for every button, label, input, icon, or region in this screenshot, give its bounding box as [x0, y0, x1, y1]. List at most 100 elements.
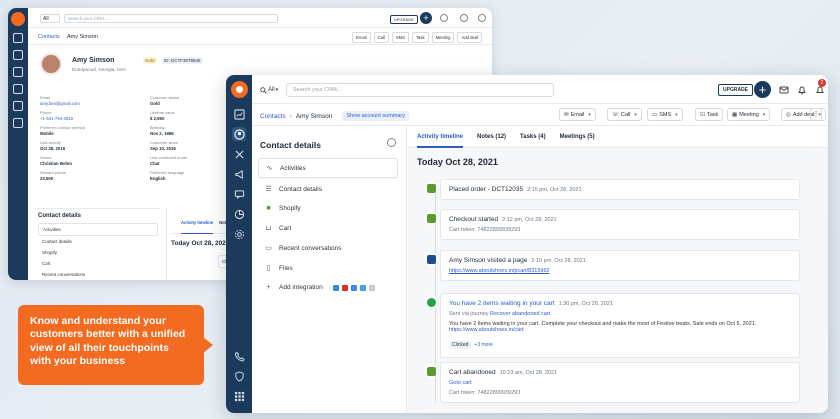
tab-tasks[interactable]: Tasks (4): [520, 126, 546, 148]
nav-add-integration[interactable]: + Add integration: [258, 279, 398, 296]
tab-meetings[interactable]: Meetings (5): [560, 126, 595, 148]
timeline-date: Today Oct 28, 2021: [417, 157, 498, 167]
tab-notes[interactable]: Notes (12): [477, 126, 506, 148]
profile-fields: Email amy.bim@gmail.com Customer status Go…: [40, 95, 236, 181]
nav-recent-conversations[interactable]: ▭ Recent conversations: [258, 239, 398, 257]
task-icon: ☑: [700, 111, 705, 118]
back-crumb-name: Amy Simson: [66, 34, 98, 40]
nav-shopify[interactable]: ■ Shopify: [258, 200, 398, 217]
back-bell-icon: [460, 14, 468, 22]
nav-contact-details[interactable]: ☰ Contact details: [258, 180, 398, 198]
email-icon: ✉: [564, 111, 569, 118]
field: Phone +1-541-754-3010: [40, 110, 74, 121]
search-scope-select[interactable]: All ▾: [260, 83, 282, 97]
integration-icon: [368, 284, 375, 291]
contacts-icon[interactable]: [232, 127, 246, 141]
web-page-icon: [424, 252, 438, 266]
show-account-summary-button[interactable]: Show account summary: [342, 111, 410, 121]
dashboard-icon[interactable]: [232, 107, 246, 121]
top-bar: All ▾ Search your CRM... UPGRADE + 2: [252, 75, 828, 104]
call-button[interactable]: ☏ Call ▾: [607, 108, 642, 121]
nav-icon: [13, 84, 23, 94]
segments-icon[interactable]: [232, 207, 246, 221]
brand-logo-icon[interactable]: [230, 81, 248, 98]
email-button[interactable]: ✉ Email ▾: [559, 108, 596, 121]
settings-icon[interactable]: [232, 227, 246, 241]
back-task-button: Task: [411, 32, 429, 43]
contact-header-bar: Contacts › Amy Simson Show account summa…: [252, 104, 828, 126]
contact-card-icon: ☰: [265, 186, 272, 193]
back-cd-item: Cart: [42, 261, 51, 266]
profile-avatar: [40, 53, 62, 75]
shopify-icon: [424, 211, 438, 225]
chevron-down-icon: ▾: [675, 111, 678, 118]
clicked-tag: Clicked: [449, 341, 472, 349]
shield-icon[interactable]: [232, 369, 246, 383]
shopify-icon: [424, 364, 438, 378]
back-cd-item: Shopify: [42, 250, 58, 255]
brand-logo-icon: [11, 12, 25, 26]
gear-icon[interactable]: [387, 138, 396, 147]
task-button[interactable]: ☑ Task: [695, 108, 724, 121]
integration-icon: [332, 284, 339, 291]
field: Birthday Nov 2, 1986: [150, 125, 174, 136]
nav-icon: [13, 50, 23, 60]
search-icon: [260, 86, 267, 94]
create-plus-icon[interactable]: +: [754, 81, 771, 98]
back-upgrade-button: UPGRADE: [390, 15, 418, 24]
field: Customer status Gold: [150, 95, 180, 106]
breadcrumb-contacts-link[interactable]: Contacts: [260, 113, 286, 120]
field: Email amy.bim@gmail.com: [40, 95, 80, 106]
cart-icon: ⊔: [265, 225, 272, 232]
back-tab: Activity timeline: [181, 212, 214, 234]
phone-icon[interactable]: [232, 349, 246, 363]
mail-icon[interactable]: [778, 84, 789, 95]
journey-link[interactable]: Recover abandoned cart: [490, 311, 550, 317]
chevron-down-icon: ▾: [762, 111, 766, 118]
timeline-event-order[interactable]: Placed order - DCT12035 2:15 pm, Oct 28, …: [440, 179, 800, 200]
back-mail-icon: [440, 14, 448, 22]
apps-grid-icon[interactable]: [232, 389, 246, 403]
deal-icon: ◎: [786, 111, 791, 118]
timeline-event-cart-abandoned[interactable]: Cart abandoned 10:23 am, Oct 28, 2021 Got…: [440, 362, 800, 403]
nav-cart[interactable]: ⊔ Cart: [258, 219, 398, 237]
page-visit-link[interactable]: https://www.aboutshoes.in/pcart/8315962: [449, 268, 550, 274]
upgrade-button[interactable]: UPGRADE: [718, 84, 754, 96]
timeline-panel: Activity timeline Notes (12) Tasks (4) M…: [406, 126, 828, 413]
journey-icon[interactable]: [232, 147, 246, 161]
timeline-event-whatsapp-message[interactable]: You have 2 items waiting in your cart 1:3…: [440, 293, 800, 358]
back-breadcrumb: Contacts Amy Simson Email Call SMS Task …: [28, 28, 492, 45]
back-cd-item: Recent conversations: [42, 272, 86, 277]
phone-icon: ☏: [612, 111, 619, 118]
nav-icon: [13, 33, 23, 43]
field: Lifetime value $ 2,950: [150, 110, 175, 121]
field: Last contacted mode Chat: [150, 155, 188, 166]
contact-details-panel: Contact details ∿ Activities ☰ Contact det…: [252, 126, 404, 413]
field: Preferred language English: [150, 170, 185, 181]
back-notification-icon: [478, 14, 486, 22]
bell-icon[interactable]: [796, 84, 807, 95]
more-actions-icon[interactable]: ⋮: [810, 108, 822, 121]
timeline-event-checkout[interactable]: Checkout started 2:12 pm, Oct 28, 2021 Ca…: [440, 209, 800, 240]
more-tags-link[interactable]: +3 more: [474, 342, 492, 348]
meeting-button[interactable]: ▦ Meeting ▾: [727, 108, 771, 121]
nav-files[interactable]: ▯ Files: [258, 259, 398, 277]
timeline-event-page-visit[interactable]: Amy Simson visited a page 2:10 pm, Oct 28…: [440, 250, 800, 281]
chevron-down-icon: ▾: [634, 111, 637, 118]
conversations-icon[interactable]: [232, 187, 246, 201]
shopify-icon: [424, 181, 438, 195]
back-add-deal-button: Add deal: [457, 32, 482, 43]
profile-name: Amy Simson: [72, 57, 115, 64]
contact-details-title: Contact details: [260, 140, 321, 150]
sms-button[interactable]: ▭ SMS ▾: [647, 108, 683, 121]
app-window: All ▾ Search your CRM... UPGRADE + 2 Con…: [226, 75, 828, 413]
back-sms-button: SMS: [391, 32, 409, 43]
tab-activity-timeline[interactable]: Activity timeline: [417, 126, 464, 148]
goto-cart-link[interactable]: Goto cart: [449, 380, 472, 386]
campaign-icon[interactable]: [232, 167, 246, 181]
chevron-down-icon: ▾: [275, 87, 279, 93]
chevron-down-icon: ▾: [588, 111, 591, 118]
search-input[interactable]: Search your CRM...: [286, 83, 554, 97]
nav-activities[interactable]: ∿ Activities: [258, 158, 398, 178]
field: Reward points 23,500: [40, 170, 66, 181]
